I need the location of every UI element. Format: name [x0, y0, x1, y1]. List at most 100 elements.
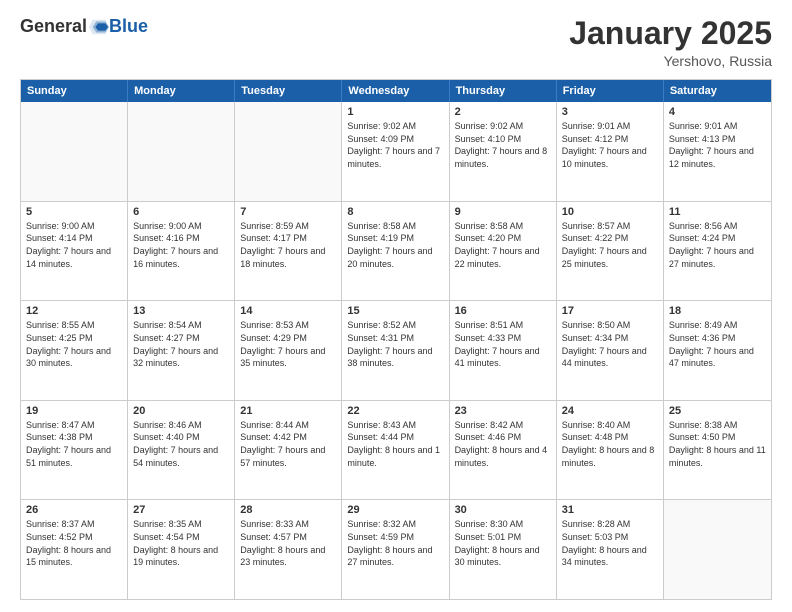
- day-number-24: 24: [562, 405, 658, 417]
- day-info-7: Sunrise: 8:59 AM Sunset: 4:17 PM Dayligh…: [240, 220, 336, 270]
- day-info-15: Sunrise: 8:52 AM Sunset: 4:31 PM Dayligh…: [347, 319, 443, 369]
- day-number-14: 14: [240, 305, 336, 317]
- day-info-31: Sunrise: 8:28 AM Sunset: 5:03 PM Dayligh…: [562, 518, 658, 568]
- day-info-11: Sunrise: 8:56 AM Sunset: 4:24 PM Dayligh…: [669, 220, 766, 270]
- day-24: 24 Sunrise: 8:40 AM Sunset: 4:48 PM Dayli…: [557, 401, 664, 500]
- day-9: 9 Sunrise: 8:58 AM Sunset: 4:20 PM Daylig…: [450, 202, 557, 301]
- logo: General Blue: [20, 16, 148, 37]
- day-number-29: 29: [347, 504, 443, 516]
- day-info-25: Sunrise: 8:38 AM Sunset: 4:50 PM Dayligh…: [669, 419, 766, 469]
- header-thursday: Thursday: [450, 80, 557, 102]
- day-number-1: 1: [347, 106, 443, 118]
- day-29: 29 Sunrise: 8:32 AM Sunset: 4:59 PM Dayli…: [342, 500, 449, 599]
- day-info-29: Sunrise: 8:32 AM Sunset: 4:59 PM Dayligh…: [347, 518, 443, 568]
- day-number-15: 15: [347, 305, 443, 317]
- day-30: 30Sunrise: 8:30 AM Sunset: 5:01 PM Dayli…: [450, 500, 557, 599]
- week-row-0: 1 Sunrise: 9:02 AM Sunset: 4:09 PM Daylig…: [21, 102, 771, 201]
- day-number-30: 30: [455, 504, 551, 516]
- day-2: 2Sunrise: 9:02 AM Sunset: 4:10 PM Daylig…: [450, 102, 557, 201]
- day-number-21: 21: [240, 405, 336, 417]
- day-number-28: 28: [240, 504, 336, 516]
- day-info-1: Sunrise: 9:02 AM Sunset: 4:09 PM Dayligh…: [347, 120, 443, 170]
- header-friday: Friday: [557, 80, 664, 102]
- empty-cell: [664, 500, 771, 599]
- day-info-3: Sunrise: 9:01 AM Sunset: 4:12 PM Dayligh…: [562, 120, 658, 170]
- day-14: 14 Sunrise: 8:53 AM Sunset: 4:29 PM Dayli…: [235, 301, 342, 400]
- day-number-7: 7: [240, 206, 336, 218]
- day-info-13: Sunrise: 8:54 AM Sunset: 4:27 PM Dayligh…: [133, 319, 229, 369]
- title-block: January 2025 Yershovo, Russia: [569, 16, 772, 69]
- day-number-26: 26: [26, 504, 122, 516]
- day-number-31: 31: [562, 504, 658, 516]
- day-number-20: 20: [133, 405, 229, 417]
- day-info-14: Sunrise: 8:53 AM Sunset: 4:29 PM Dayligh…: [240, 319, 336, 369]
- day-3: 3 Sunrise: 9:01 AM Sunset: 4:12 PM Daylig…: [557, 102, 664, 201]
- day-26: 26 Sunrise: 8:37 AM Sunset: 4:52 PM Dayli…: [21, 500, 128, 599]
- day-17: 17 Sunrise: 8:50 AM Sunset: 4:34 PM Dayli…: [557, 301, 664, 400]
- day-25: 25Sunrise: 8:38 AM Sunset: 4:50 PM Dayli…: [664, 401, 771, 500]
- day-28: 28 Sunrise: 8:33 AM Sunset: 4:57 PM Dayli…: [235, 500, 342, 599]
- week-row-1: 5 Sunrise: 9:00 AM Sunset: 4:14 PM Daylig…: [21, 201, 771, 301]
- calendar-header: Sunday Monday Tuesday Wednesday Thursday…: [21, 80, 771, 102]
- day-info-6: Sunrise: 9:00 AM Sunset: 4:16 PM Dayligh…: [133, 220, 229, 270]
- day-10: 10 Sunrise: 8:57 AM Sunset: 4:22 PM Dayli…: [557, 202, 664, 301]
- day-info-28: Sunrise: 8:33 AM Sunset: 4:57 PM Dayligh…: [240, 518, 336, 568]
- day-info-17: Sunrise: 8:50 AM Sunset: 4:34 PM Dayligh…: [562, 319, 658, 369]
- day-number-6: 6: [133, 206, 229, 218]
- day-5: 5 Sunrise: 9:00 AM Sunset: 4:14 PM Daylig…: [21, 202, 128, 301]
- day-1: 1 Sunrise: 9:02 AM Sunset: 4:09 PM Daylig…: [342, 102, 449, 201]
- day-number-4: 4: [669, 106, 766, 118]
- title-location: Yershovo, Russia: [569, 53, 772, 69]
- day-number-3: 3: [562, 106, 658, 118]
- week-row-3: 19 Sunrise: 8:47 AM Sunset: 4:38 PM Dayli…: [21, 400, 771, 500]
- day-number-8: 8: [347, 206, 443, 218]
- day-info-24: Sunrise: 8:40 AM Sunset: 4:48 PM Dayligh…: [562, 419, 658, 469]
- day-number-10: 10: [562, 206, 658, 218]
- day-number-23: 23: [455, 405, 551, 417]
- page: General Blue January 2025 Yershovo, Russ…: [0, 0, 792, 612]
- day-info-26: Sunrise: 8:37 AM Sunset: 4:52 PM Dayligh…: [26, 518, 122, 568]
- day-number-17: 17: [562, 305, 658, 317]
- day-info-22: Sunrise: 8:43 AM Sunset: 4:44 PM Dayligh…: [347, 419, 443, 469]
- empty-cell: [235, 102, 342, 201]
- day-11: 11Sunrise: 8:56 AM Sunset: 4:24 PM Dayli…: [664, 202, 771, 301]
- header-sunday: Sunday: [21, 80, 128, 102]
- day-number-9: 9: [455, 206, 551, 218]
- day-12: 12 Sunrise: 8:55 AM Sunset: 4:25 PM Dayli…: [21, 301, 128, 400]
- day-info-16: Sunrise: 8:51 AM Sunset: 4:33 PM Dayligh…: [455, 319, 551, 369]
- calendar: Sunday Monday Tuesday Wednesday Thursday…: [20, 79, 772, 600]
- day-6: 6 Sunrise: 9:00 AM Sunset: 4:16 PM Daylig…: [128, 202, 235, 301]
- header: General Blue January 2025 Yershovo, Russ…: [20, 16, 772, 69]
- day-info-19: Sunrise: 8:47 AM Sunset: 4:38 PM Dayligh…: [26, 419, 122, 469]
- day-info-12: Sunrise: 8:55 AM Sunset: 4:25 PM Dayligh…: [26, 319, 122, 369]
- day-22: 22 Sunrise: 8:43 AM Sunset: 4:44 PM Dayli…: [342, 401, 449, 500]
- day-23: 23 Sunrise: 8:42 AM Sunset: 4:46 PM Dayli…: [450, 401, 557, 500]
- day-number-19: 19: [26, 405, 122, 417]
- week-row-4: 26 Sunrise: 8:37 AM Sunset: 4:52 PM Dayli…: [21, 499, 771, 599]
- day-number-13: 13: [133, 305, 229, 317]
- day-20: 20 Sunrise: 8:46 AM Sunset: 4:40 PM Dayli…: [128, 401, 235, 500]
- day-number-22: 22: [347, 405, 443, 417]
- header-saturday: Saturday: [664, 80, 771, 102]
- day-info-4: Sunrise: 9:01 AM Sunset: 4:13 PM Dayligh…: [669, 120, 766, 170]
- day-19: 19 Sunrise: 8:47 AM Sunset: 4:38 PM Dayli…: [21, 401, 128, 500]
- day-number-5: 5: [26, 206, 122, 218]
- header-monday: Monday: [128, 80, 235, 102]
- logo-icon: [89, 17, 109, 37]
- title-month: January 2025: [569, 16, 772, 51]
- empty-cell: [128, 102, 235, 201]
- day-4: 4 Sunrise: 9:01 AM Sunset: 4:13 PM Daylig…: [664, 102, 771, 201]
- day-info-10: Sunrise: 8:57 AM Sunset: 4:22 PM Dayligh…: [562, 220, 658, 270]
- day-info-27: Sunrise: 8:35 AM Sunset: 4:54 PM Dayligh…: [133, 518, 229, 568]
- week-row-2: 12 Sunrise: 8:55 AM Sunset: 4:25 PM Dayli…: [21, 300, 771, 400]
- day-21: 21Sunrise: 8:44 AM Sunset: 4:42 PM Dayli…: [235, 401, 342, 500]
- empty-cell: [21, 102, 128, 201]
- day-info-5: Sunrise: 9:00 AM Sunset: 4:14 PM Dayligh…: [26, 220, 122, 270]
- day-info-23: Sunrise: 8:42 AM Sunset: 4:46 PM Dayligh…: [455, 419, 551, 469]
- day-number-12: 12: [26, 305, 122, 317]
- day-info-18: Sunrise: 8:49 AM Sunset: 4:36 PM Dayligh…: [669, 319, 766, 369]
- day-info-20: Sunrise: 8:46 AM Sunset: 4:40 PM Dayligh…: [133, 419, 229, 469]
- day-31: 31 Sunrise: 8:28 AM Sunset: 5:03 PM Dayli…: [557, 500, 664, 599]
- day-info-9: Sunrise: 8:58 AM Sunset: 4:20 PM Dayligh…: [455, 220, 551, 270]
- day-number-18: 18: [669, 305, 766, 317]
